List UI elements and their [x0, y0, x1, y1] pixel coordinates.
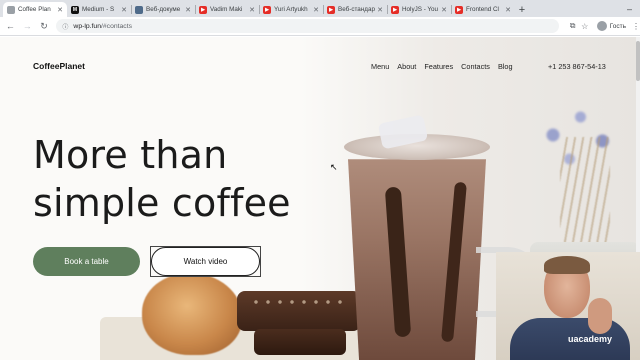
- youtube-icon: ▶: [263, 5, 271, 14]
- tab-title: HolyJS - You: [402, 6, 439, 13]
- tab-vadim[interactable]: ▶ Vadim Maki ✕: [195, 2, 259, 17]
- close-tab-icon[interactable]: ✕: [313, 6, 319, 14]
- star-icon[interactable]: ☆: [579, 20, 591, 32]
- back-icon[interactable]: ←: [4, 20, 17, 33]
- tab-title: Веб-докуме: [146, 6, 181, 13]
- channel-watermark: uacademy: [568, 334, 613, 344]
- tab-title: Medium - S: [82, 6, 115, 13]
- forward-icon[interactable]: →: [21, 20, 34, 33]
- tab-title: Веб-стандар: [338, 6, 375, 13]
- croissant-image: [142, 273, 242, 355]
- youtube-icon: ▶: [455, 5, 463, 14]
- coffee-glass-image: [348, 159, 486, 360]
- tab-strip: Coffee Plan ✕ M Medium - S ✕ Веб-докуме …: [0, 0, 640, 17]
- info-icon[interactable]: ⓘ: [62, 22, 68, 31]
- close-tab-icon[interactable]: ✕: [185, 6, 191, 14]
- nav-link-menu[interactable]: Menu: [371, 62, 389, 71]
- url-host: wp-lp.fun: [73, 22, 101, 30]
- nav-link-about[interactable]: About: [397, 62, 416, 71]
- close-tab-icon[interactable]: ✕: [57, 6, 63, 14]
- youtube-icon: ▶: [391, 5, 399, 14]
- tab-holyjs[interactable]: ▶ HolyJS - You ✕: [387, 2, 451, 17]
- book-table-button[interactable]: Book a table: [33, 247, 140, 276]
- presenter-hand: [588, 298, 612, 334]
- tab-title: Frontend Cl: [466, 6, 499, 13]
- tab-medium[interactable]: M Medium - S ✕: [67, 2, 131, 17]
- url-path: /#contacts: [101, 22, 132, 30]
- tab-frontend[interactable]: ▶ Frontend Cl ✕: [451, 2, 515, 17]
- hero-title-line-2: simple coffee: [33, 181, 291, 225]
- tab-title: Yuri Artyukh: [274, 6, 308, 13]
- flower-stems-image: [560, 137, 610, 247]
- menu-kebab-icon[interactable]: ⋮: [632, 22, 640, 31]
- chrome-icon: [135, 5, 143, 14]
- profile-label[interactable]: Гость: [610, 23, 626, 30]
- medium-icon: M: [71, 5, 79, 14]
- mouse-cursor-icon: ↖: [330, 162, 338, 172]
- profile-avatar[interactable]: [596, 21, 607, 31]
- presenter-hair: [544, 256, 590, 274]
- close-tab-icon[interactable]: ✕: [121, 6, 127, 14]
- close-tab-icon[interactable]: ✕: [377, 6, 383, 14]
- tab-web-standards[interactable]: ▶ Веб-стандар ✕: [323, 2, 387, 17]
- brownie-bottom-image: [254, 329, 346, 355]
- new-tab-button[interactable]: +: [515, 2, 529, 17]
- minimize-button[interactable]: –: [627, 0, 632, 17]
- youtube-icon: ▶: [327, 5, 335, 14]
- webcam-overlay: uacademy: [496, 252, 640, 360]
- site-nav: Menu About Features Contacts Blog: [371, 62, 521, 71]
- reload-icon[interactable]: ↻: [38, 20, 51, 33]
- close-tab-icon[interactable]: ✕: [505, 6, 511, 14]
- watch-video-button[interactable]: Watch video: [150, 246, 261, 277]
- address-bar[interactable]: ⓘ wp-lp.fun/#contacts: [56, 19, 559, 33]
- tab-yuri[interactable]: ▶ Yuri Artyukh ✕: [259, 2, 323, 17]
- address-toolbar: ← → ↻ ⓘ wp-lp.fun/#contacts ⧉ ☆ Гость ⋮: [0, 17, 640, 36]
- close-tab-icon[interactable]: ✕: [441, 6, 447, 14]
- scrollbar-thumb[interactable]: [636, 41, 640, 81]
- tab-web-docs[interactable]: Веб-докуме ✕: [131, 2, 195, 17]
- nav-link-blog[interactable]: Blog: [498, 62, 513, 71]
- hero-title-line-1: More than: [33, 133, 228, 177]
- tab-title: Vadim Maki: [210, 6, 243, 13]
- nav-link-contacts[interactable]: Contacts: [461, 62, 490, 71]
- site-logo[interactable]: CoffeePlanet: [33, 61, 85, 71]
- close-tab-icon[interactable]: ✕: [249, 6, 255, 14]
- youtube-icon: ▶: [199, 5, 207, 14]
- nav-link-features[interactable]: Features: [424, 62, 453, 71]
- globe-icon: [7, 5, 15, 14]
- phone-link[interactable]: +1 253 867-54-13: [548, 62, 606, 71]
- tab-coffee-planet[interactable]: Coffee Plan ✕: [3, 2, 67, 17]
- brownie-topping: [250, 297, 350, 307]
- translate-icon[interactable]: ⧉: [567, 20, 579, 32]
- tab-title: Coffee Plan: [18, 6, 51, 13]
